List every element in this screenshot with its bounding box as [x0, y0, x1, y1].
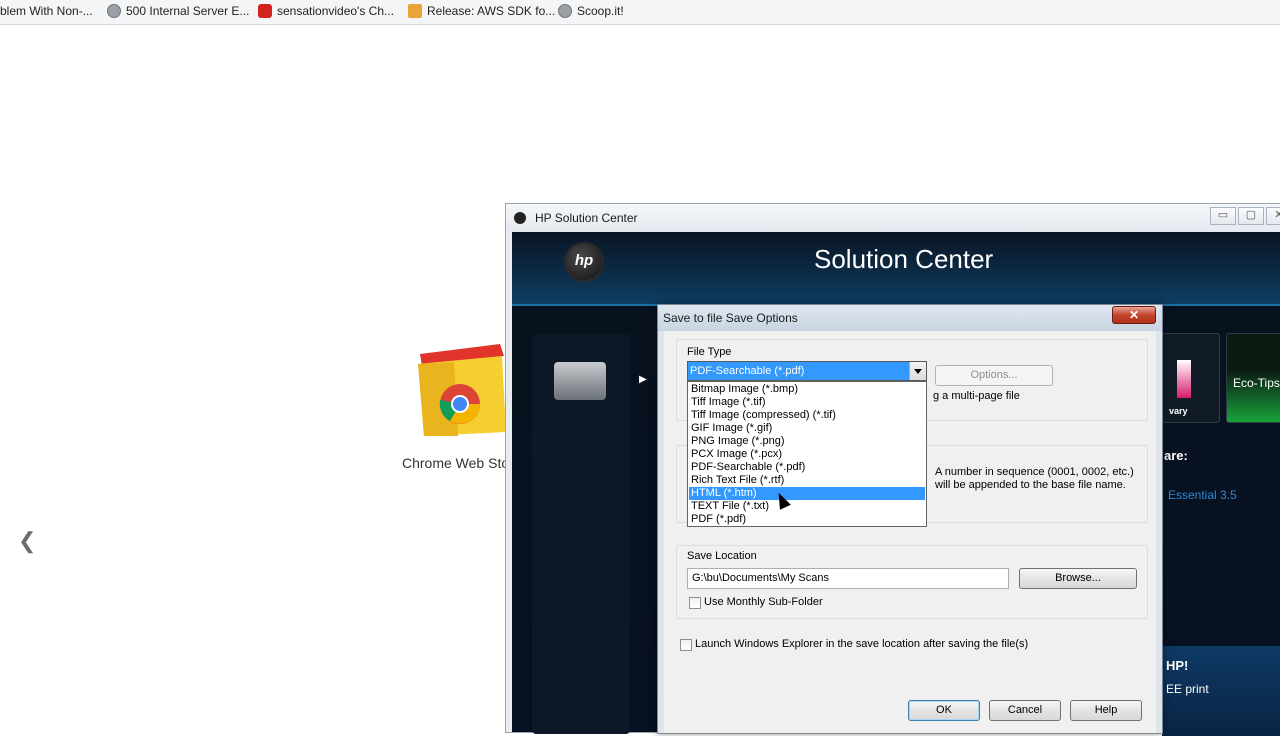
promo-text: EE print [1166, 682, 1209, 696]
file-type-label: File Type [687, 346, 732, 358]
maximize-button[interactable]: ▢ [1238, 207, 1264, 225]
file-type-option[interactable]: Tiff Image (*.tif) [689, 396, 925, 409]
chevron-left-icon[interactable]: ❮ [18, 528, 36, 554]
file-type-option[interactable]: PCX Image (*.pcx) [689, 448, 925, 461]
promo-banner[interactable]: HP! EE print [1162, 646, 1280, 736]
hp-titlebar[interactable]: HP Solution Center ▭ ▢ ✕ [506, 204, 1280, 232]
dropdown-button[interactable] [909, 362, 926, 380]
bookmarks-bar: blem With Non-... 500 Internal Server E.… [0, 0, 1280, 25]
save-options-dialog: Save to file Save Options ✕ File Type Op… [657, 304, 1163, 734]
file-type-option[interactable]: Tiff Image (compressed) (*.tif) [689, 409, 925, 422]
file-type-selected-value: PDF-Searchable (*.pdf) [690, 365, 805, 377]
file-type-option[interactable]: PDF (*.pdf) [689, 513, 925, 526]
monthly-subfolder-checkbox[interactable] [689, 597, 701, 609]
multipage-text: g a multi-page file [933, 390, 1020, 402]
sequence-text-2: will be appended to the base file name. [935, 479, 1126, 491]
printer-icon[interactable] [554, 362, 606, 400]
promo-heading: HP! [1166, 658, 1189, 673]
dialog-close-button[interactable]: ✕ [1112, 306, 1156, 324]
help-button[interactable]: Help [1070, 700, 1142, 721]
file-type-option[interactable]: GIF Image (*.gif) [689, 422, 925, 435]
file-type-dropdown-list: Bitmap Image (*.bmp) Tiff Image (*.tif) … [687, 381, 927, 527]
bookmark-label: Scoop.it! [577, 4, 624, 18]
dialog-title: Save to file Save Options [663, 311, 798, 325]
hp-window-title: HP Solution Center [535, 211, 638, 225]
file-type-option[interactable]: TEXT File (*.txt) [689, 500, 925, 513]
hp-app-icon [514, 212, 526, 224]
eco-tips-label: Eco-Tips [1233, 376, 1280, 390]
monthly-subfolder-label: Use Monthly Sub-Folder [704, 596, 823, 608]
sequence-text-1: A number in sequence (0001, 0002, etc.) [935, 466, 1134, 478]
ok-button[interactable]: OK [908, 700, 980, 721]
file-type-option[interactable]: Bitmap Image (*.bmp) [689, 383, 925, 396]
bookmark-item[interactable]: 500 Internal Server E... [107, 0, 249, 24]
bookmark-item[interactable]: Release: AWS SDK fo... [408, 0, 555, 24]
file-type-select[interactable]: PDF-Searchable (*.pdf) [687, 361, 927, 381]
dialog-client: File Type Options... g a multi-page file… [664, 331, 1156, 733]
options-button[interactable]: Options... [935, 365, 1053, 386]
browse-button[interactable]: Browse... [1019, 568, 1137, 589]
file-type-option[interactable]: Rich Text File (*.rtf) [689, 474, 925, 487]
device-panel: ▶ [532, 334, 647, 734]
bookmark-item[interactable]: blem With Non-... [0, 0, 93, 24]
ink-tile-label: vary [1169, 406, 1188, 416]
dialog-titlebar[interactable]: Save to file Save Options ✕ [658, 305, 1162, 331]
chrome-web-store-label[interactable]: Chrome Web Sto [402, 455, 510, 471]
ink-bar [1177, 360, 1191, 398]
minimize-button[interactable]: ▭ [1210, 207, 1236, 225]
globe-icon [558, 4, 572, 18]
bookmark-label: Release: AWS SDK fo... [427, 4, 556, 18]
eco-tips-tile[interactable]: Eco-Tips [1226, 333, 1280, 423]
close-window-button[interactable]: ✕ [1266, 207, 1280, 225]
hp-logo-icon: hp [564, 242, 604, 282]
save-location-group: Save Location G:\bu\Documents\My Scans B… [676, 545, 1148, 619]
cancel-button[interactable]: Cancel [989, 700, 1061, 721]
package-icon [408, 4, 422, 18]
hp-header: hp Solution Center [512, 232, 1280, 306]
bookmark-label: sensationvideo's Ch... [277, 4, 395, 18]
bookmark-item[interactable]: sensationvideo's Ch... [258, 0, 394, 24]
chrome-web-store-icon[interactable] [414, 340, 506, 438]
chevron-down-icon [914, 369, 922, 374]
save-location-label: Save Location [687, 550, 757, 562]
launch-explorer-label: Launch Windows Explorer in the save loca… [695, 638, 1029, 650]
bookmark-label: 500 Internal Server E... [126, 4, 250, 18]
hp-heading: Solution Center [814, 244, 994, 274]
save-location-input[interactable]: G:\bu\Documents\My Scans [687, 568, 1009, 589]
file-type-option[interactable]: PDF-Searchable (*.pdf) [689, 461, 925, 474]
ink-level-tile[interactable]: vary [1162, 333, 1220, 423]
play-arrow-icon[interactable]: ▶ [639, 374, 647, 385]
bookmark-label: blem With Non-... [0, 4, 93, 18]
bookmark-item[interactable]: Scoop.it! [558, 0, 624, 24]
file-type-option-highlighted[interactable]: HTML (*.htm) [689, 487, 925, 500]
youtube-icon [258, 4, 272, 18]
globe-icon [107, 4, 121, 18]
software-label: are: [1164, 448, 1188, 463]
file-type-option[interactable]: PNG Image (*.png) [689, 435, 925, 448]
launch-explorer-checkbox[interactable] [680, 639, 692, 651]
essential-link[interactable]: Essential 3.5 [1168, 488, 1237, 502]
